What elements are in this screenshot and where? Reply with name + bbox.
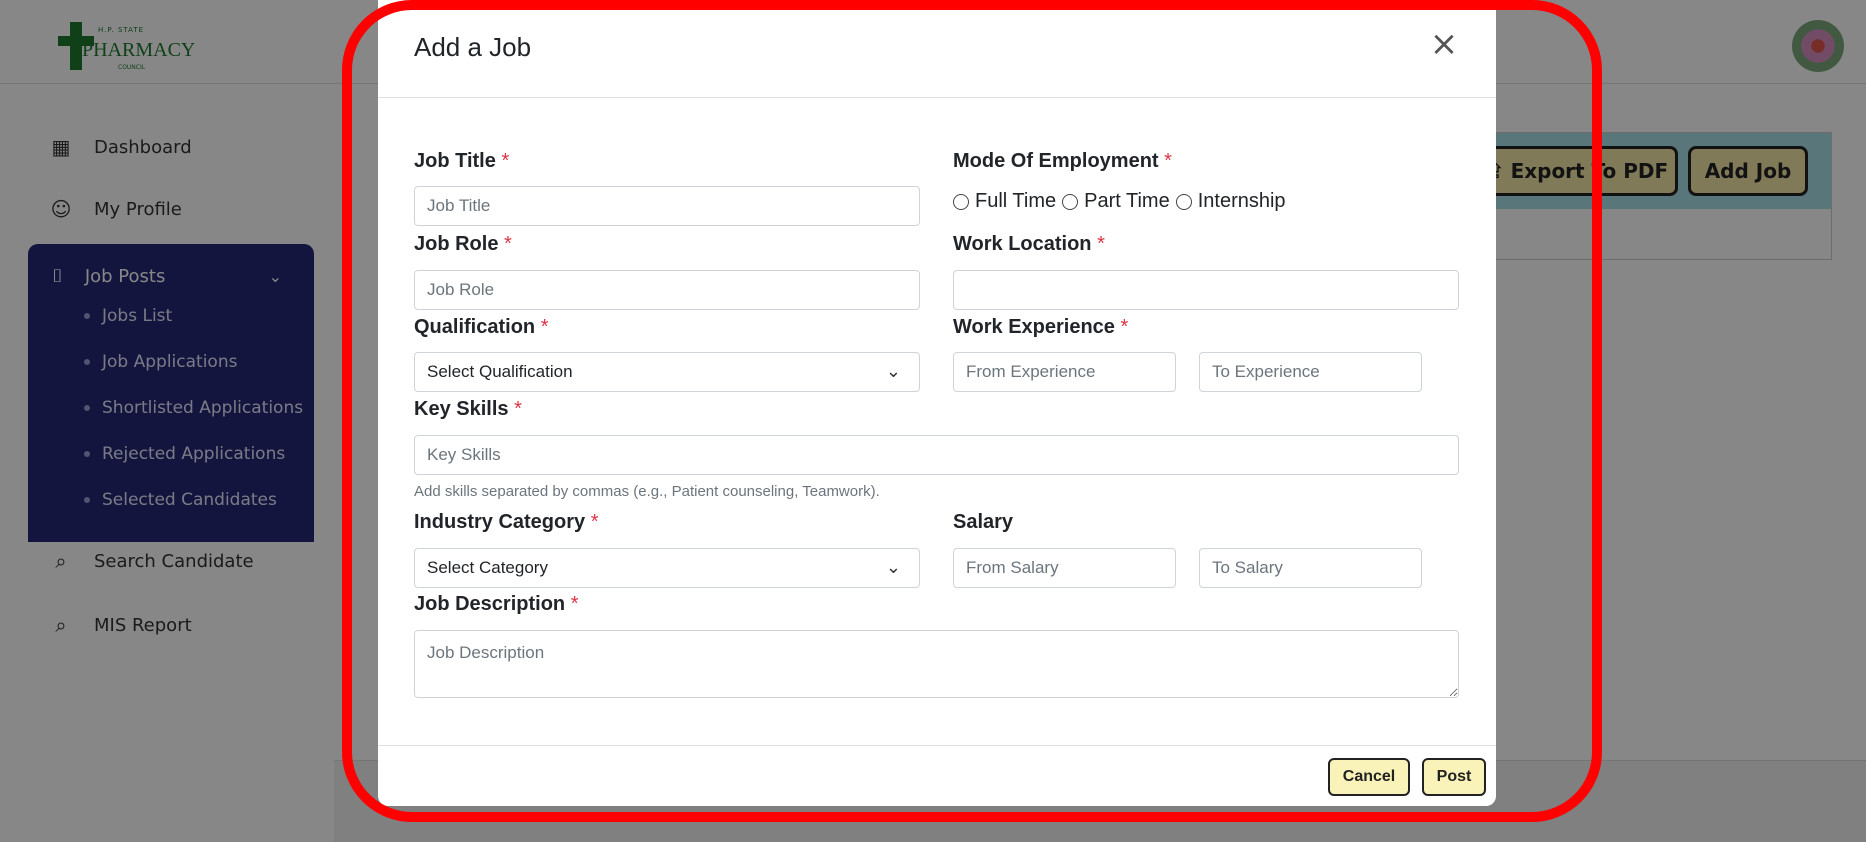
- work-location-label-text: Work Location: [953, 233, 1092, 255]
- mode-of-employment-radios: Full Time Part Time Internship: [953, 190, 1292, 213]
- radio-label: Full Time: [975, 190, 1057, 212]
- required-marker: *: [1097, 233, 1105, 255]
- work-experience-label: Work Experience *: [953, 316, 1128, 339]
- to-experience-input[interactable]: [1199, 352, 1422, 392]
- work-location-input[interactable]: [953, 270, 1459, 310]
- post-button-label: Post: [1436, 768, 1472, 785]
- required-marker: *: [590, 511, 599, 533]
- radio-circle-icon: [1062, 193, 1079, 210]
- key-skills-label-text: Key Skills: [414, 398, 509, 420]
- radio-circle-icon: [1175, 193, 1192, 210]
- radio-label: Part Time: [1084, 190, 1170, 212]
- job-role-label-text: Job Role: [414, 233, 499, 255]
- key-skills-input[interactable]: [414, 435, 1459, 475]
- close-icon[interactable]: ×: [1428, 27, 1460, 61]
- key-skills-help-text: Add skills separated by commas (e.g., Pa…: [414, 483, 880, 500]
- job-description-textarea[interactable]: [414, 630, 1459, 698]
- modal-title: Add a Job: [414, 32, 532, 62]
- qualification-select[interactable]: Select Qualification ⌄: [414, 352, 920, 392]
- key-skills-label: Key Skills *: [414, 398, 522, 421]
- qualification-label-text: Qualification: [414, 316, 536, 338]
- required-marker: *: [1120, 316, 1129, 338]
- cancel-button[interactable]: Cancel: [1328, 758, 1410, 796]
- from-salary-input[interactable]: [953, 548, 1176, 588]
- modal-footer: Cancel Post: [378, 745, 1496, 806]
- industry-category-label-text: Industry Category: [414, 511, 586, 533]
- industry-category-label: Industry Category *: [414, 511, 599, 534]
- radio-internship[interactable]: Internship: [1175, 190, 1286, 213]
- job-title-label-text: Job Title: [414, 150, 496, 172]
- to-salary-input[interactable]: [1199, 548, 1422, 588]
- radio-part-time[interactable]: Part Time: [1062, 190, 1170, 213]
- from-experience-input[interactable]: [953, 352, 1176, 392]
- job-description-label-text: Job Description: [414, 593, 566, 615]
- required-marker: *: [570, 593, 579, 615]
- radio-full-time[interactable]: Full Time: [953, 190, 1056, 213]
- industry-category-select[interactable]: Select Category ⌄: [414, 548, 920, 588]
- required-marker: *: [540, 316, 549, 338]
- qualification-selected-value: Select Qualification: [427, 362, 573, 381]
- work-experience-label-text: Work Experience: [953, 316, 1115, 338]
- job-role-input[interactable]: [414, 270, 920, 310]
- job-description-label: Job Description *: [414, 593, 579, 616]
- job-title-input[interactable]: [414, 186, 920, 226]
- salary-label: Salary: [953, 511, 1013, 534]
- job-title-label: Job Title *: [414, 150, 509, 173]
- required-marker: *: [504, 233, 512, 255]
- add-job-modal: Add a Job × Job Title * Mode Of Employme…: [378, 0, 1496, 806]
- required-marker: *: [501, 150, 510, 172]
- salary-label-text: Salary: [953, 511, 1014, 533]
- radio-circle-icon: [953, 193, 969, 210]
- chevron-down-icon: ⌄: [885, 557, 901, 577]
- modal-header: Add a Job ×: [378, 0, 1496, 98]
- chevron-down-icon: ⌄: [885, 361, 901, 381]
- mode-of-employment-label-text: Mode Of Employment: [953, 150, 1159, 172]
- qualification-label: Qualification *: [414, 316, 548, 339]
- radio-label: Internship: [1197, 190, 1286, 212]
- work-location-label: Work Location *: [953, 233, 1105, 256]
- post-button[interactable]: Post: [1422, 758, 1486, 796]
- required-marker: *: [514, 398, 522, 420]
- mode-of-employment-label: Mode Of Employment *: [953, 150, 1172, 173]
- job-role-label: Job Role *: [414, 233, 512, 256]
- industry-category-selected-value: Select Category: [427, 558, 548, 577]
- required-marker: *: [1164, 150, 1172, 172]
- cancel-button-label: Cancel: [1342, 768, 1396, 785]
